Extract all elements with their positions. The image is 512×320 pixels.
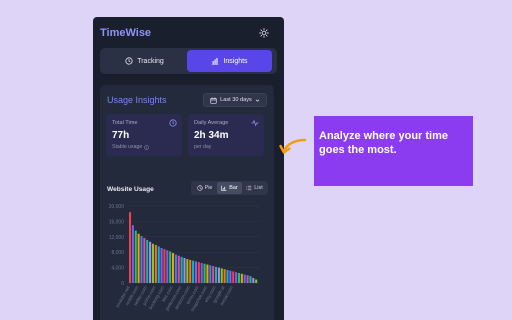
bar-netflix.com[interactable]: [177, 255, 180, 283]
daily-average-value: 2h 34m: [194, 130, 229, 141]
bar-temu.com[interactable]: [151, 243, 154, 283]
main-tabs: Tracking Insights: [100, 48, 277, 74]
app-header: TimeWise: [93, 17, 284, 47]
clock-icon: [125, 57, 133, 65]
bar-google.ai[interactable]: [249, 276, 252, 283]
bar-medium.com[interactable]: [180, 256, 183, 283]
bar-shopify.com[interactable]: [229, 270, 232, 283]
daily-average-sub-label: per day: [194, 144, 212, 150]
callout-text: Analyze where your time goes the most.: [319, 130, 448, 156]
bar-canva.com[interactable]: [209, 265, 212, 283]
bar-yelp.com[interactable]: [192, 260, 195, 283]
bar-amazon.com[interactable]: [149, 241, 152, 283]
y-tick-label: 0: [121, 281, 124, 287]
view-list-button[interactable]: List: [242, 182, 267, 194]
y-tick-label: 8,000: [111, 250, 124, 256]
view-bar-button[interactable]: Bar: [217, 182, 242, 194]
bar-twitch.tv[interactable]: [172, 252, 175, 283]
usage-insights-card: Usage Insights Last 30 days Total Time 7…: [100, 85, 274, 320]
chart-view-toggle: Pie Bar List: [191, 181, 268, 195]
date-range-select[interactable]: Last 30 days: [203, 93, 267, 107]
bar-linkedin.com[interactable]: [232, 271, 235, 283]
y-tick-label: 16,000: [109, 219, 125, 225]
list-icon: [246, 185, 252, 191]
view-list-label: List: [254, 185, 263, 191]
calendar-icon: [210, 97, 217, 104]
bar-ebay.com[interactable]: [174, 254, 177, 283]
info-icon: [144, 144, 150, 150]
bar-nasa.gov[interactable]: [197, 262, 200, 283]
bar-imdb.com[interactable]: [203, 263, 206, 283]
clock-icon: [169, 119, 177, 127]
chevron-down-icon: [255, 98, 260, 102]
bar-booking.com[interactable]: [140, 236, 143, 283]
bar-adobe.com[interactable]: [246, 275, 249, 283]
bar-heroku.com[interactable]: [223, 269, 226, 283]
bar-zoom.com[interactable]: [183, 257, 186, 283]
bar-espn.com[interactable]: [200, 262, 203, 283]
theme-toggle-button[interactable]: [257, 26, 271, 40]
website-usage-title: Website Usage: [107, 186, 154, 193]
daily-average-label: Daily Average: [194, 120, 229, 126]
curved-arrow-icon: [279, 138, 307, 154]
tab-insights-label: Insights: [223, 57, 248, 65]
y-tick-label: 4,000: [111, 266, 124, 272]
bar-discord.com[interactable]: [235, 272, 238, 283]
bar-uber.com[interactable]: [169, 251, 172, 283]
pulse-icon: [251, 119, 259, 127]
bar-prime.com[interactable]: [137, 233, 140, 283]
view-pie-button[interactable]: Pie: [192, 182, 217, 194]
bar-etsy.com[interactable]: [157, 246, 160, 283]
bar-vimeo.com[interactable]: [237, 272, 240, 283]
bar-airbnb.com[interactable]: [189, 259, 192, 283]
bar-icon: [221, 185, 227, 191]
daily-average-sub: per day: [194, 144, 211, 150]
bar-pinterest.com[interactable]: [146, 239, 149, 283]
bar-social.com[interactable]: [255, 279, 258, 283]
bar-hulu.com[interactable]: [240, 273, 243, 283]
bar-wix.com[interactable]: [252, 278, 255, 283]
pie-icon: [196, 185, 203, 191]
y-tick-label: 20,000: [109, 204, 125, 210]
total-time-trend: Stable usage: [112, 144, 150, 150]
date-range-label: Last 30 days: [220, 97, 252, 103]
bar-slack.com[interactable]: [212, 266, 215, 283]
tab-tracking[interactable]: Tracking: [102, 50, 187, 72]
bar-notion.so[interactable]: [220, 268, 223, 283]
bar-youtube.net[interactable]: [129, 212, 132, 283]
sun-icon: [259, 28, 269, 38]
bar-github.com[interactable]: [166, 250, 169, 283]
bar-apple.com[interactable]: [243, 274, 246, 283]
app-title: TimeWise: [100, 27, 152, 39]
bar-bbc.com[interactable]: [143, 237, 146, 283]
tab-insights[interactable]: Insights: [187, 50, 272, 72]
feature-callout: Analyze where your time goes the most.: [314, 116, 473, 186]
bar-snapchat.com[interactable]: [154, 244, 157, 283]
bar-stripe.com[interactable]: [226, 269, 229, 283]
bar-quora.com[interactable]: [206, 264, 209, 283]
bar-trello.com[interactable]: [217, 267, 220, 283]
y-tick-label: 12,000: [109, 235, 125, 241]
bar-spotify.com[interactable]: [215, 266, 218, 283]
timewise-panel: TimeWise Tracking Insights Usage Insight…: [93, 17, 284, 320]
total-time-stat: Total Time 77h Stable usage: [106, 114, 182, 156]
bar-twitter.com[interactable]: [134, 230, 137, 283]
total-time-label: Total Time: [112, 120, 138, 126]
bar-figma.com[interactable]: [160, 247, 163, 283]
total-time-value: 77h: [112, 130, 130, 141]
bar-dropbox.com[interactable]: [186, 259, 189, 283]
bar-tiktok.com[interactable]: [163, 249, 166, 283]
daily-average-stat: Daily Average 2h 34m per day: [188, 114, 264, 156]
view-pie-label: Pie: [204, 185, 213, 191]
tab-tracking-label: Tracking: [137, 57, 164, 65]
bar-reddit.com[interactable]: [131, 225, 134, 283]
view-bar-label: Bar: [229, 185, 238, 191]
total-time-trend-label: Stable usage: [112, 144, 143, 150]
bar-chart-icon: [212, 57, 219, 65]
bar-cnn.com[interactable]: [194, 261, 197, 283]
website-usage-bar-chart: 20,00016,00012,0008,0004,0000youtube.net…: [109, 204, 260, 312]
usage-insights-title: Usage Insights: [107, 95, 167, 105]
